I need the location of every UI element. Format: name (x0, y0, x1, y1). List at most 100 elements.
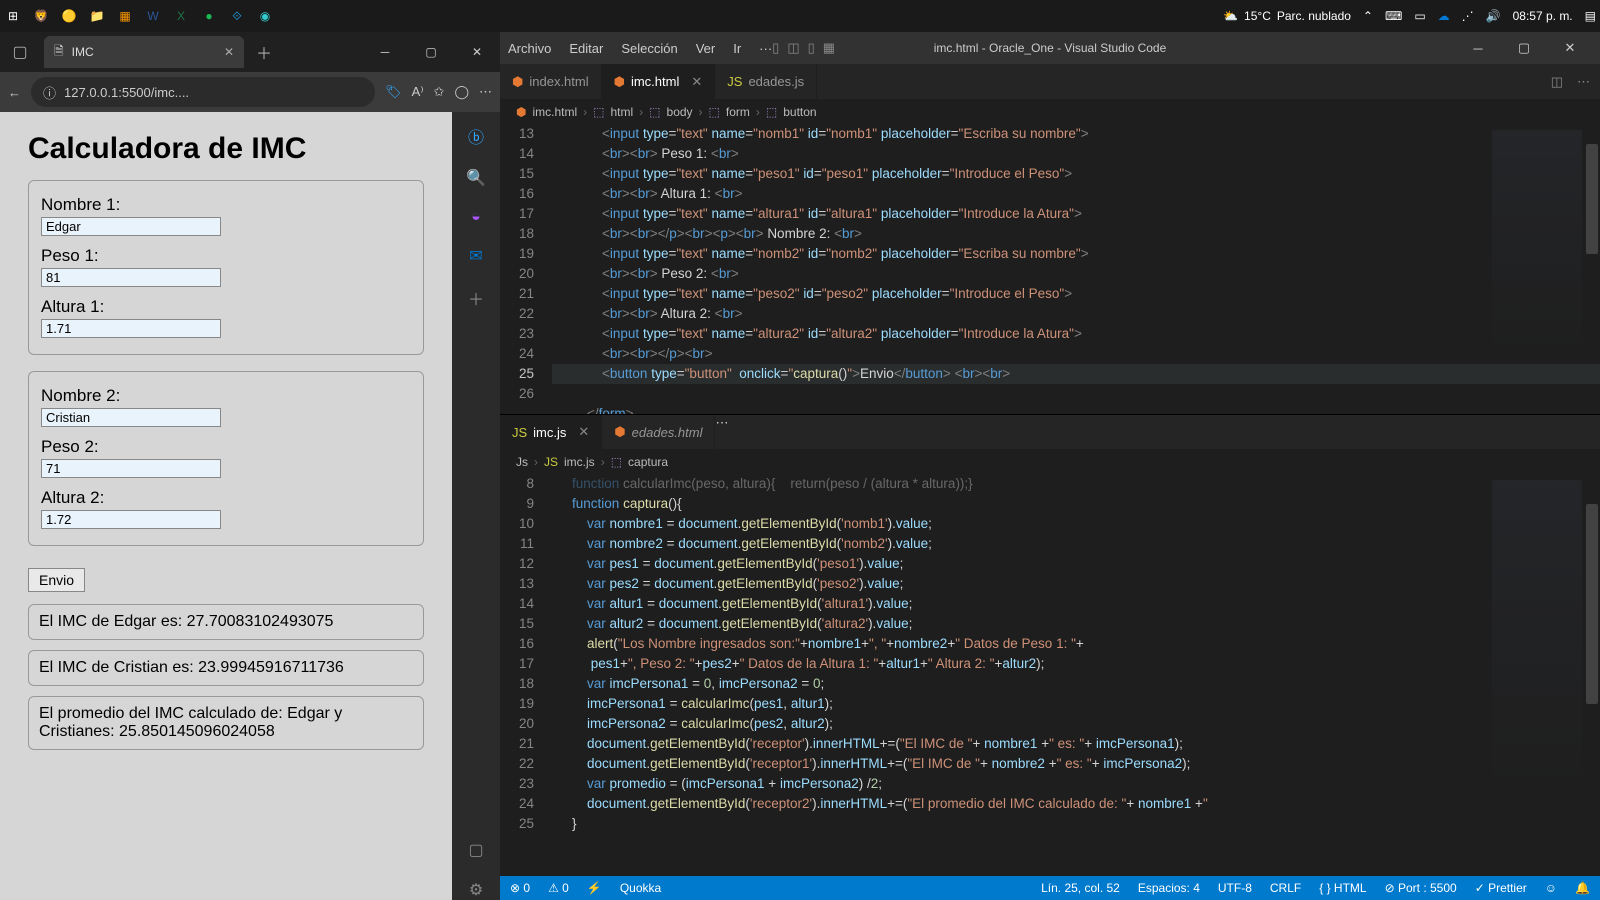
menu-archivo[interactable]: Archivo (508, 41, 551, 56)
input-altura2[interactable] (41, 510, 221, 529)
info-icon[interactable]: ⓘ (43, 83, 56, 102)
minimap[interactable] (1492, 480, 1582, 802)
minimap[interactable] (1492, 130, 1582, 362)
tab-edades-js[interactable]: JSedades.js (715, 64, 817, 99)
search-icon[interactable]: 🔍 (466, 168, 486, 188)
breadcrumb-bottom[interactable]: Js› JSimc.js› ⬚captura (500, 450, 1600, 474)
menu-seleccion[interactable]: Selección (621, 41, 677, 56)
browser-tab[interactable]: 🗎 IMC ✕ (44, 36, 244, 68)
status-feedback-icon[interactable]: ☺ (1545, 881, 1557, 895)
clock[interactable]: 08:57 p. m. (1513, 9, 1573, 23)
menu-ver[interactable]: Ver (696, 41, 716, 56)
tag-icon[interactable]: 🏷 (385, 84, 402, 100)
breadcrumb-top[interactable]: ⬢imc.html› ⬚html› ⬚body› ⬚form› ⬚button (500, 100, 1600, 124)
status-errors[interactable]: ⊗ 0 (510, 881, 530, 895)
new-tab-button[interactable]: ＋ (256, 40, 272, 64)
word-icon[interactable]: W (144, 7, 162, 25)
input-nombre2[interactable] (41, 408, 221, 427)
explorer-icon[interactable]: 📁 (88, 7, 106, 25)
menu-editar[interactable]: Editar (569, 41, 603, 56)
input-peso2[interactable] (41, 459, 221, 478)
weather-widget[interactable]: ⛅ 15°C Parc. nublado (1223, 9, 1351, 23)
layout-icon[interactable]: ▦ (823, 40, 835, 56)
status-prettier[interactable]: ✓ Prettier (1475, 881, 1527, 895)
minimize-icon[interactable]: ─ (362, 32, 408, 72)
vscode-icon[interactable]: ⟐ (228, 7, 246, 25)
maximize-icon[interactable]: ▢ (408, 32, 454, 72)
close-icon[interactable]: ✕ (691, 74, 702, 90)
onedrive-icon[interactable]: ☁ (1438, 9, 1450, 23)
more-icon[interactable]: ⋯ (715, 415, 728, 430)
tab-imc-js[interactable]: JSimc.js✕ (500, 415, 602, 449)
read-aloud-icon[interactable]: A⁾ (412, 84, 424, 100)
tray-arrow-icon[interactable]: ⌃ (1363, 9, 1373, 23)
more-icon[interactable]: ⋯ (1577, 74, 1590, 90)
status-warnings[interactable]: ⚠ 0 (548, 881, 569, 895)
status-lang[interactable]: { } HTML (1319, 881, 1366, 895)
label-altura1: Altura 1: (41, 297, 411, 317)
scrollbar-thumb[interactable] (1586, 144, 1598, 254)
tabs-icon[interactable]: ▢ (12, 42, 27, 62)
status-eol[interactable]: CRLF (1270, 881, 1301, 895)
browser-titlebar: ▢ 🗎 IMC ✕ ＋ ─ ▢ ✕ (0, 32, 500, 72)
copilot-icon[interactable]: ◒ (471, 208, 481, 226)
minimize-icon[interactable]: ─ (1456, 32, 1500, 64)
tab-edades-html[interactable]: ⬢edades.html (602, 415, 715, 449)
close-icon[interactable]: ✕ (1548, 32, 1592, 64)
status-quokka[interactable]: Quokka (620, 881, 661, 895)
notifications-icon[interactable]: ▤ (1585, 9, 1596, 23)
volume-icon[interactable]: 🔊 (1486, 9, 1501, 23)
menu-ir[interactable]: Ir (733, 41, 741, 56)
status-bell-icon[interactable]: 🔔 (1575, 881, 1590, 895)
status-live[interactable]: ⚡ (587, 881, 602, 895)
add-icon[interactable]: ＋ (468, 286, 484, 310)
code-area[interactable]: <input type="text" name="nomb1" id="nomb… (552, 124, 1600, 414)
status-spaces[interactable]: Espacios: 4 (1138, 881, 1200, 895)
back-icon[interactable]: ← (8, 85, 21, 100)
scrollbar-thumb[interactable] (1586, 504, 1598, 704)
tab-imc-html[interactable]: ⬢imc.html✕ (602, 64, 716, 99)
envio-button[interactable]: Envio (28, 568, 85, 592)
battery-icon[interactable]: ▭ (1414, 9, 1425, 23)
favorite-icon[interactable]: ✩ (434, 84, 445, 100)
sublime-icon[interactable]: ▦ (116, 7, 134, 25)
html-icon: ⬢ (512, 74, 523, 90)
bing-icon[interactable]: ⓑ (468, 124, 484, 148)
layout-icon[interactable]: ▯ (808, 40, 815, 56)
status-encoding[interactable]: UTF-8 (1218, 881, 1252, 895)
keyboard-icon[interactable]: ⌨ (1385, 9, 1402, 23)
wifi-icon[interactable]: ⋰ (1462, 9, 1474, 23)
start-icon[interactable]: ⊞ (4, 7, 22, 25)
gear-icon[interactable]: ⚙ (469, 880, 483, 900)
split-icon[interactable]: ◫ (1551, 74, 1563, 90)
menu-more[interactable]: ··· (759, 41, 772, 56)
input-peso1[interactable] (41, 268, 221, 287)
more-icon[interactable]: ⋯ (479, 84, 492, 100)
address-bar[interactable]: ⓘ 127.0.0.1:5500/imc.... (31, 77, 375, 107)
status-port[interactable]: ⊘ Port : 5500 (1385, 881, 1457, 895)
spotify-icon[interactable]: ● (200, 7, 218, 25)
maximize-icon[interactable]: ▢ (1502, 32, 1546, 64)
close-window-icon[interactable]: ✕ (454, 32, 500, 72)
edge-window: ▢ 🗎 IMC ✕ ＋ ─ ▢ ✕ ← ⓘ 127.0.0.1:5500/imc… (0, 32, 500, 900)
tab-index-html[interactable]: ⬢index.html (500, 64, 602, 99)
status-cursor[interactable]: Lín. 25, col. 52 (1041, 881, 1120, 895)
panel-icon[interactable]: ▢ (468, 840, 483, 860)
input-nombre1[interactable] (41, 217, 221, 236)
editor-bottom[interactable]: 8910111213141516171819202122232425 funct… (500, 474, 1600, 876)
input-altura1[interactable] (41, 319, 221, 338)
layout-icon[interactable]: ▯ (772, 40, 779, 56)
layout-icon[interactable]: ◫ (787, 40, 799, 56)
brave-icon[interactable]: 🦁 (32, 7, 50, 25)
excel-icon[interactable]: X (172, 7, 190, 25)
code-area[interactable]: function calcularImc(peso, altura){ retu… (552, 474, 1600, 876)
chrome-icon[interactable]: 🟡 (60, 7, 78, 25)
close-icon[interactable]: ✕ (224, 45, 234, 59)
outlook-icon[interactable]: ✉ (469, 246, 482, 266)
editor-top[interactable]: 1314151617181920212223242526 <input type… (500, 124, 1600, 414)
profile-icon[interactable]: ◯ (454, 84, 469, 100)
edge-icon[interactable]: ◉ (256, 7, 274, 25)
result-2: El IMC de Cristian es: 23.99945916711736 (28, 650, 424, 686)
close-icon[interactable]: ✕ (578, 424, 589, 440)
label-peso2: Peso 2: (41, 437, 411, 457)
